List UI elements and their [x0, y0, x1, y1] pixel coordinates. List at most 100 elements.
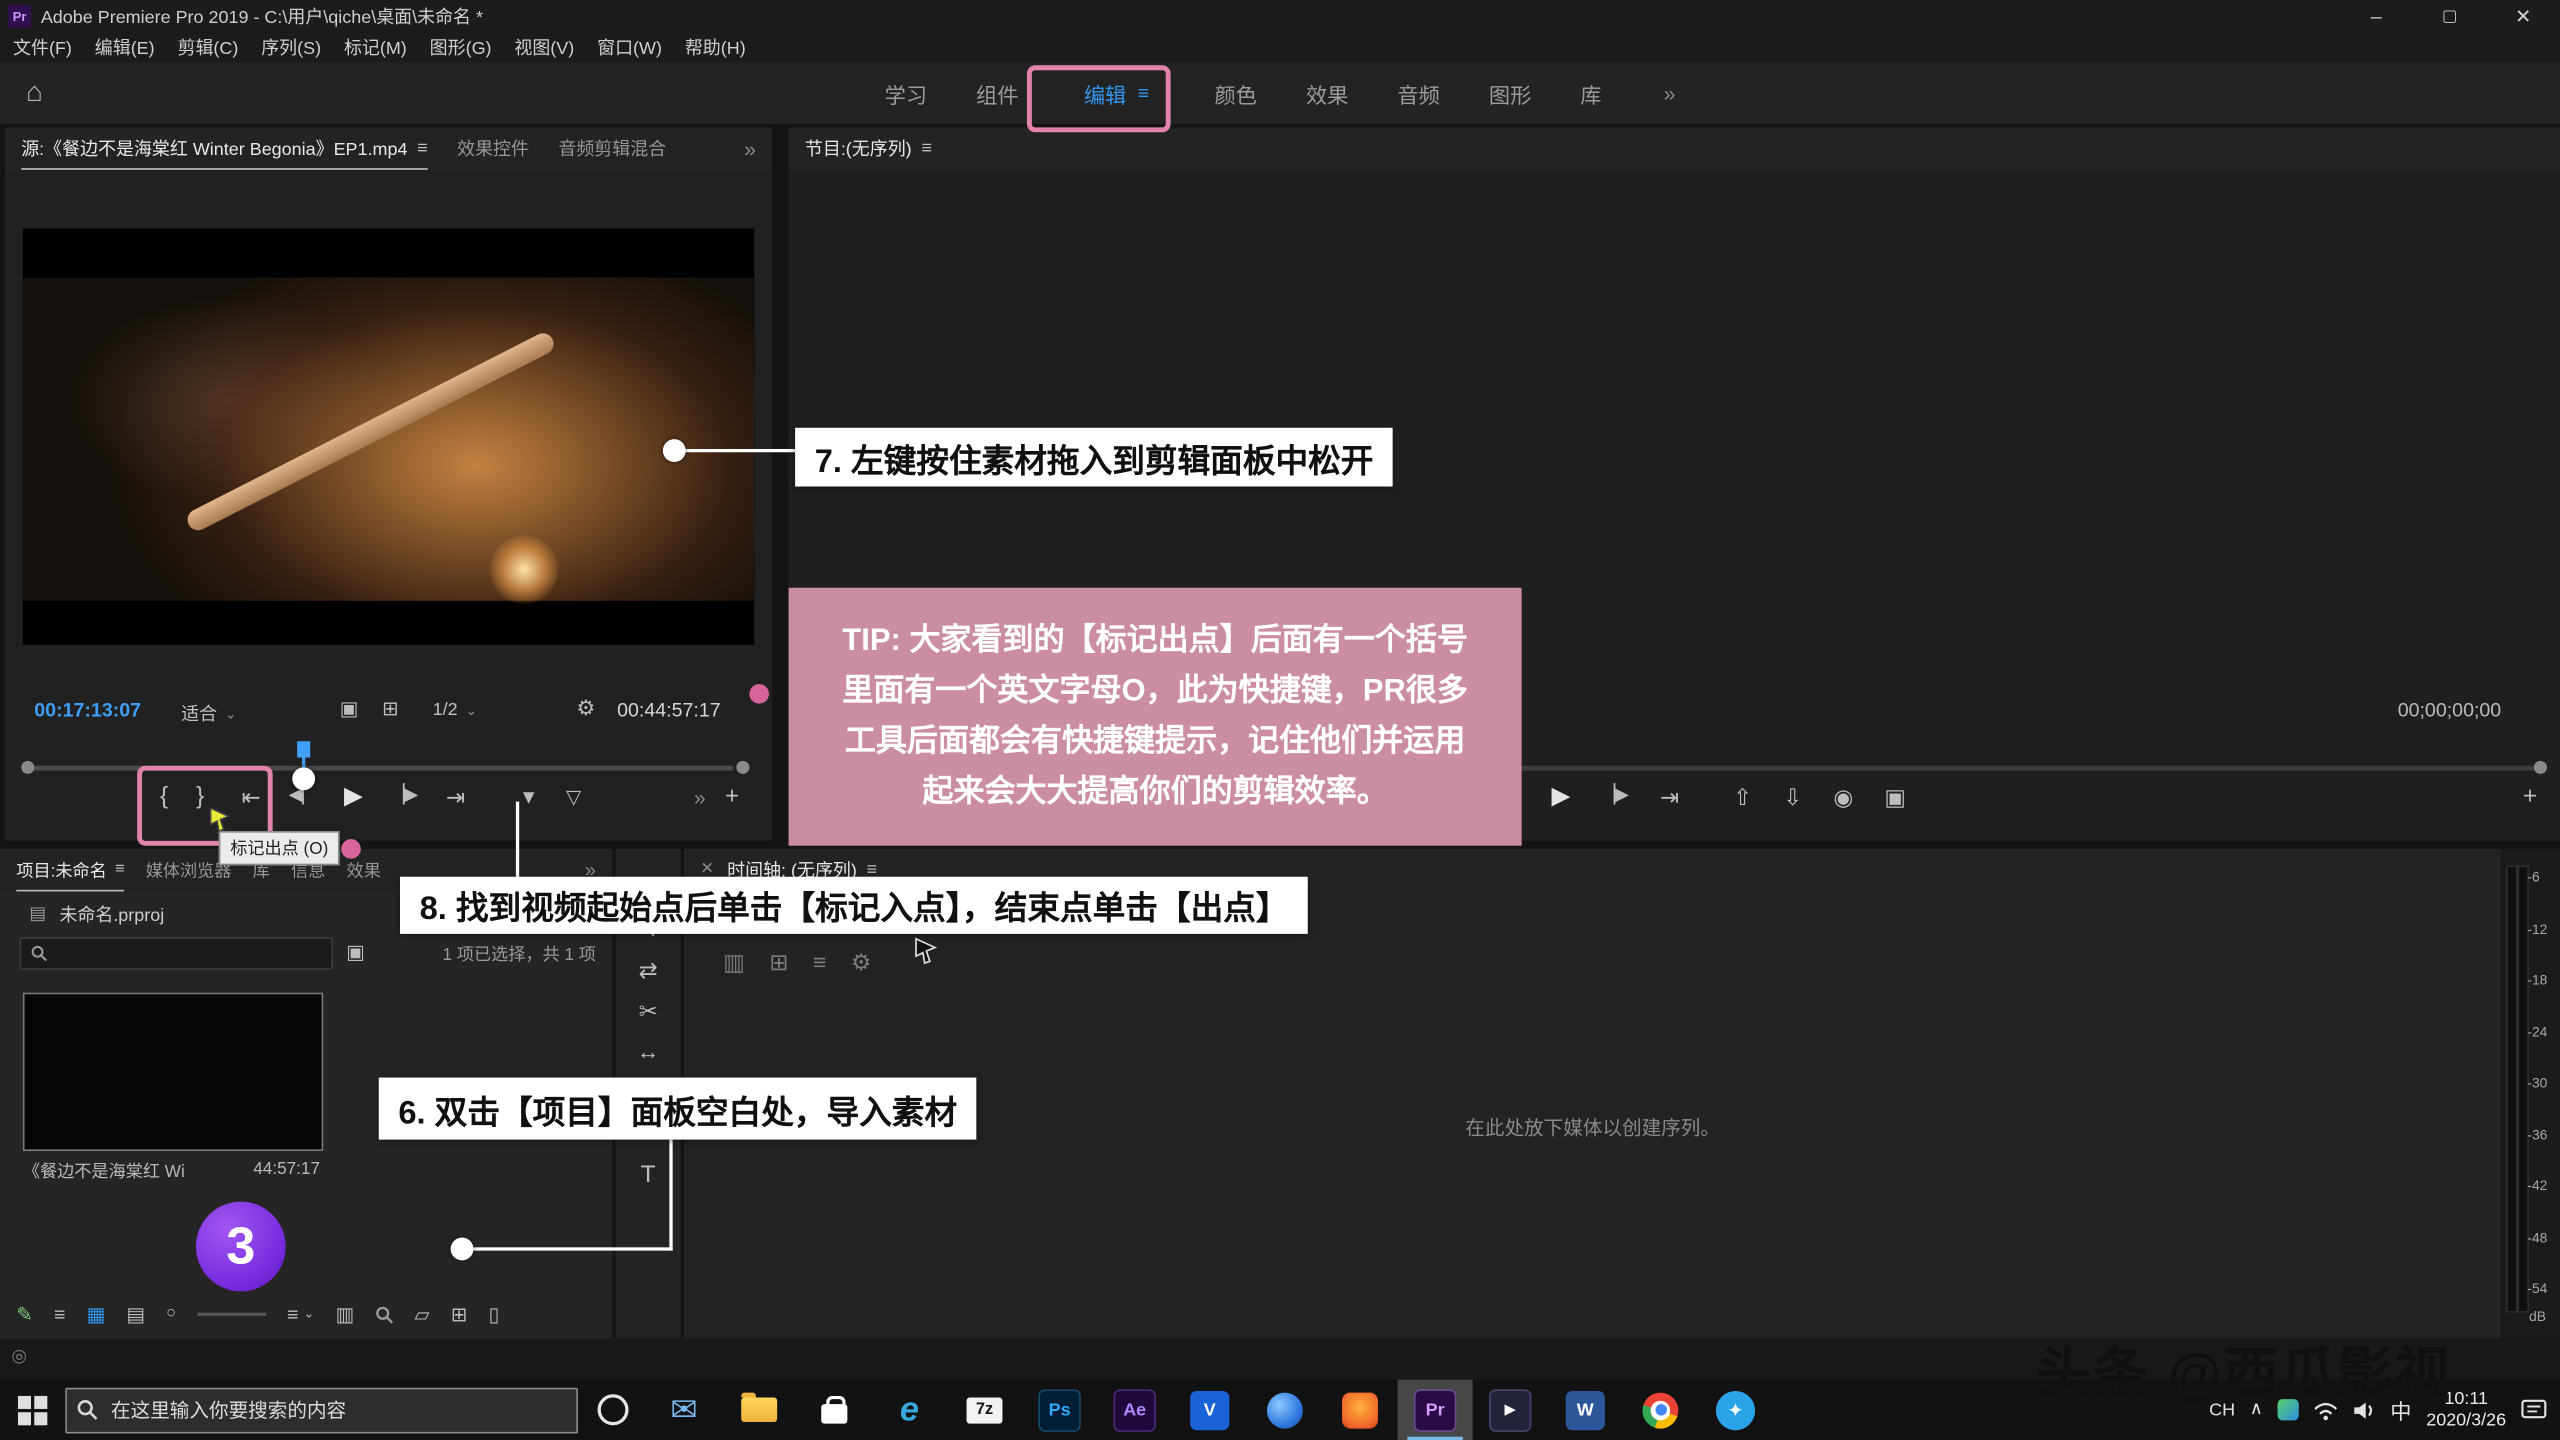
trash-icon[interactable]: ▯	[488, 1304, 499, 1324]
export-frame-button[interactable]: ◉	[1833, 784, 1853, 807]
lift-button[interactable]: ⇧	[1733, 784, 1752, 807]
program-add-button[interactable]: +	[2523, 784, 2537, 808]
taskbar-app-chrome[interactable]	[1623, 1380, 1698, 1440]
track-select-tool-icon[interactable]: ⇄	[639, 958, 658, 981]
taskbar-app-after-effects[interactable]: Ae	[1097, 1380, 1172, 1440]
new-bin-icon[interactable]: ▱	[414, 1304, 429, 1324]
minimize-button[interactable]: –	[2340, 0, 2413, 33]
source-video-preview[interactable]	[23, 229, 754, 645]
menu-help[interactable]: 帮助(H)	[685, 34, 746, 60]
taskbar-app-blue[interactable]: ✦	[1698, 1380, 1773, 1440]
menu-sequence[interactable]: 序列(S)	[261, 34, 321, 60]
clip-name[interactable]: 《餐边不是海棠红 Wi	[23, 1159, 185, 1183]
comparison-view-button[interactable]: ▣	[1884, 784, 1906, 807]
tab-source-monitor[interactable]: 源:《餐边不是海棠红 Winter Begonia》EP1.mp4 ≡	[21, 136, 428, 162]
timeline-settings-icon-4[interactable]: ⚙	[851, 950, 872, 973]
play-button[interactable]: ▶	[1551, 784, 1570, 808]
find-icon[interactable]	[375, 1305, 393, 1323]
extract-button[interactable]: ⇩	[1783, 784, 1802, 807]
zoom-slider-knob-icon[interactable]: ○	[166, 1306, 176, 1322]
zoom-level-dropdown[interactable]: 适合⌄	[181, 700, 236, 726]
tab-effects[interactable]: 效果	[347, 858, 381, 882]
tab-audio-clip-mixer[interactable]: 音频剪辑混合	[558, 136, 666, 162]
taskbar-app-store[interactable]	[797, 1380, 872, 1440]
icon-view-icon[interactable]: ▦	[87, 1304, 106, 1324]
step-forward-button[interactable]: ▕▶	[391, 787, 419, 805]
overwrite-button[interactable]: ▽	[566, 786, 581, 806]
taskbar-app-orange[interactable]	[1322, 1380, 1397, 1440]
maximize-button[interactable]: ▢	[2413, 0, 2486, 33]
taskbar-app-edge[interactable]: e	[872, 1380, 947, 1440]
workspace-tab-effects[interactable]: 效果	[1306, 78, 1348, 109]
zoom-slider-track[interactable]	[197, 1313, 266, 1316]
slip-tool-icon[interactable]: ↔	[637, 1040, 660, 1063]
menu-edit[interactable]: 编辑(E)	[95, 34, 155, 60]
taskbar-app-word[interactable]: W	[1548, 1380, 1623, 1440]
scrubber-right-handle[interactable]	[736, 761, 749, 774]
go-to-out-button[interactable]: ⇥	[446, 784, 465, 807]
sort-icon[interactable]: ≡	[287, 1304, 298, 1324]
panel-menu-icon[interactable]: ≡	[417, 140, 427, 158]
razor-tool-icon[interactable]: ✂	[639, 999, 658, 1022]
workspace-tab-learning[interactable]: 学习	[885, 78, 927, 109]
insert-button[interactable]: ▼	[519, 786, 538, 806]
taskbar-app-v[interactable]: V	[1172, 1380, 1247, 1440]
source-tab-overflow-icon[interactable]: »	[744, 138, 756, 159]
type-tool-icon[interactable]: T	[641, 1162, 656, 1186]
play-button[interactable]: ▶	[344, 784, 363, 808]
cortana-button[interactable]	[578, 1380, 647, 1440]
taskbar-search-input[interactable]: 在这里输入你要搜索的内容	[65, 1387, 578, 1433]
workspace-tab-audio[interactable]: 音频	[1397, 78, 1439, 109]
panel-menu-icon[interactable]: ≡	[115, 862, 125, 878]
tab-program-monitor[interactable]: 节目:(无序列) ≡	[805, 136, 932, 162]
menu-file[interactable]: 文件(F)	[13, 34, 72, 60]
timeline-settings-icon-1[interactable]: ▥	[723, 950, 745, 973]
wrench-icon[interactable]: ⚙	[576, 697, 595, 718]
list-view-icon[interactable]: ≡	[54, 1304, 65, 1324]
close-button[interactable]: ✕	[2487, 0, 2560, 33]
taskbar-app-video-editor[interactable]: ▶	[1473, 1380, 1548, 1440]
automate-to-sequence-icon[interactable]: ▥	[336, 1304, 355, 1324]
tab-effect-controls[interactable]: 效果控件	[457, 136, 529, 162]
workspace-tab-color[interactable]: 颜色	[1214, 78, 1256, 109]
writable-toggle-icon[interactable]: ✎	[16, 1304, 32, 1324]
menu-graphics[interactable]: 图形(G)	[430, 34, 492, 60]
start-button[interactable]	[0, 1380, 65, 1440]
program-scrubber-handle[interactable]	[2534, 761, 2547, 774]
source-current-timecode[interactable]: 00:17:13:07	[34, 699, 141, 722]
go-to-out-button[interactable]: ⇥	[1660, 784, 1679, 807]
workspace-tab-assembly[interactable]: 组件	[976, 78, 1018, 109]
filter-bin-icon[interactable]: ▣	[346, 942, 365, 962]
new-item-icon[interactable]: ⊞	[451, 1304, 467, 1324]
step-forward-button[interactable]: ▕▶	[1601, 787, 1629, 805]
panel-menu-icon[interactable]: ≡	[921, 140, 931, 158]
workspace-tab-graphics[interactable]: 图形	[1489, 78, 1531, 109]
taskbar-app-circle[interactable]	[1247, 1380, 1322, 1440]
output-toggle-icon[interactable]: ⊞	[382, 699, 398, 719]
scrubber-left-handle[interactable]	[21, 761, 34, 774]
project-file-name[interactable]: 未命名.prproj	[59, 901, 164, 927]
playback-resolution-dropdown[interactable]: 1/2⌄	[433, 700, 477, 720]
timeline-settings-icon-2[interactable]: ⊞	[769, 950, 788, 973]
menu-markers[interactable]: 标记(M)	[344, 34, 407, 60]
menu-view[interactable]: 视图(V)	[514, 34, 574, 60]
taskbar-app-photoshop[interactable]: Ps	[1022, 1380, 1097, 1440]
menu-window[interactable]: 窗口(W)	[597, 34, 662, 60]
source-scrubber-track[interactable]	[28, 766, 733, 771]
source-transport-overflow-icon[interactable]: »	[694, 787, 706, 808]
source-add-button[interactable]: +	[725, 784, 739, 808]
timeline-settings-icon-3[interactable]: ≡	[813, 950, 826, 973]
menu-clip[interactable]: 剪辑(C)	[177, 34, 238, 60]
tab-project[interactable]: 项目:未命名 ≡	[16, 858, 124, 882]
project-search-input[interactable]	[20, 937, 333, 970]
action-center-icon[interactable]	[2521, 1398, 2547, 1421]
taskbar-app-premiere[interactable]: Pr	[1398, 1380, 1473, 1440]
taskbar-app-7zip[interactable]: 7z	[947, 1380, 1022, 1440]
taskbar-app-mail[interactable]: ✉	[647, 1380, 722, 1440]
clip-thumbnail[interactable]	[23, 993, 323, 1151]
workspace-overflow-icon[interactable]: »	[1664, 82, 1676, 103]
freeform-view-icon[interactable]: ▤	[126, 1304, 145, 1324]
safe-margins-icon[interactable]: ▣	[340, 699, 359, 719]
taskbar-app-file-explorer[interactable]	[722, 1380, 797, 1440]
workspace-tab-libraries[interactable]: 库	[1580, 78, 1601, 109]
